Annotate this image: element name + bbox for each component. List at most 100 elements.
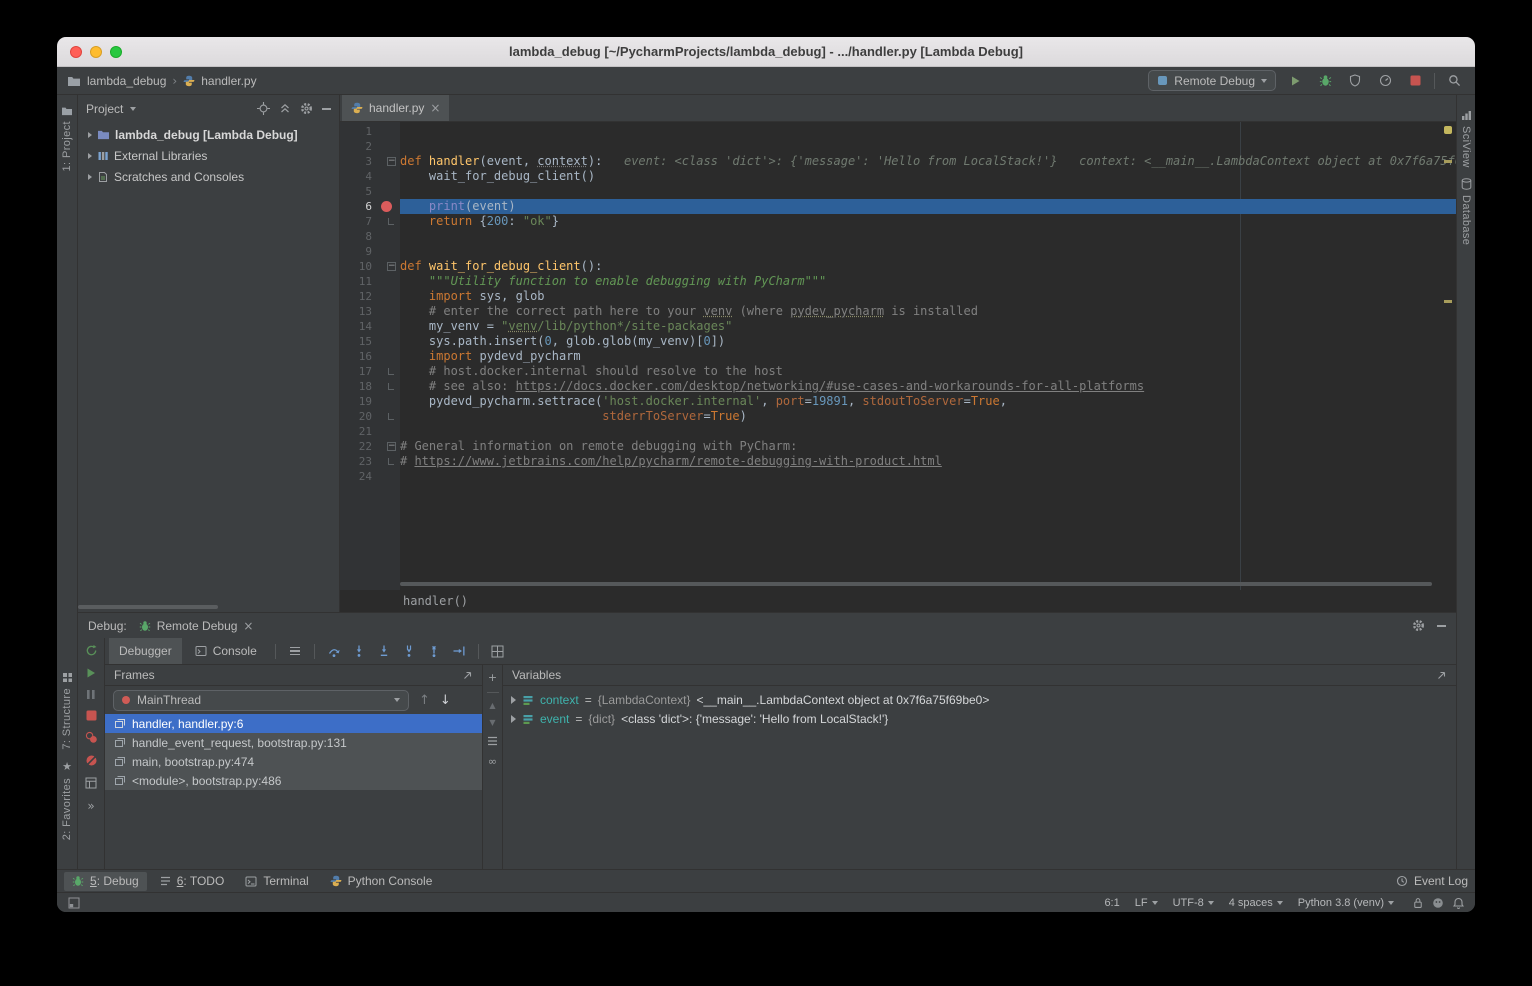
line-number[interactable]: 1 [340,124,372,139]
expand-chevron-icon[interactable] [88,132,92,138]
pin-icon[interactable] [1436,670,1447,681]
code-line[interactable]: 14 my_venv = "venv/lib/python*/site-pack… [340,319,1456,334]
event-log-button[interactable]: Event Log [1396,874,1468,888]
code-line[interactable]: 6 print(event) [340,199,1456,214]
settings-gear-icon[interactable] [300,102,313,115]
stop-icon[interactable] [86,710,97,721]
fold-end-marker[interactable] [388,458,394,465]
tab-console[interactable]: Console [185,638,267,664]
layout-menu-icon[interactable] [284,640,306,662]
fold-end-marker[interactable] [388,368,394,375]
step-into-button[interactable] [348,640,370,662]
tab-todo-toolwindow[interactable]: 6: TODO [152,872,233,891]
code-line[interactable]: 10−def wait_for_debug_client(): [340,259,1456,274]
interpreter-widget[interactable]: Python 3.8 (venv) [1298,897,1394,909]
fold-end-marker[interactable] [388,383,394,390]
tool-stripe-database[interactable]: Database [1460,173,1472,250]
gutter[interactable] [372,184,400,199]
line-number[interactable]: 17 [340,364,372,379]
lock-icon[interactable] [1413,897,1423,909]
frame-row[interactable]: <module>, bootstrap.py:486 [105,771,482,790]
tab-terminal-toolwindow[interactable]: Terminal [237,872,316,891]
fold-marker[interactable]: − [387,157,396,166]
caret-position-widget[interactable]: 6:1 [1104,897,1119,909]
project-panel-title[interactable]: Project [86,102,123,116]
run-to-cursor-button[interactable] [448,640,470,662]
gutter[interactable] [372,334,400,349]
tab-debug-toolwindow[interactable]: 5: Debug [64,872,147,891]
fold-marker[interactable]: − [387,442,396,451]
code-line[interactable]: 24 [340,469,1456,484]
code-editor[interactable]: 123−def handler(event, context): event: … [340,122,1456,590]
line-number[interactable]: 20 [340,409,372,424]
gutter[interactable] [372,409,400,424]
variable-row[interactable]: event = {dict} <class 'dict'>: {'message… [503,709,1456,728]
previous-frame-icon[interactable]: ↑ [419,693,430,708]
close-icon[interactable]: × [243,619,253,633]
breadcrumb-scope[interactable]: handler() [403,594,468,608]
line-number[interactable]: 22 [340,439,372,454]
pin-icon[interactable] [462,670,473,681]
gutter[interactable] [372,349,400,364]
gutter[interactable] [372,289,400,304]
line-number[interactable]: 12 [340,289,372,304]
code-line[interactable]: 18 # see also: https://docs.docker.com/d… [340,379,1456,394]
gutter[interactable] [372,319,400,334]
code-line[interactable]: 9 [340,244,1456,259]
encoding-widget[interactable]: UTF-8 [1173,897,1214,909]
code-line[interactable]: 4 wait_for_debug_client() [340,169,1456,184]
zoom-window-button[interactable] [110,46,122,58]
code-line[interactable]: 16 import pydevd_pycharm [340,349,1456,364]
code-line[interactable]: 5 [340,184,1456,199]
editor-tab-handler[interactable]: handler.py × [342,95,449,121]
expand-chevron-icon[interactable] [511,715,516,723]
tree-item-project-root[interactable]: lambda_debug [Lambda Debug] [78,124,339,145]
resume-icon[interactable] [85,667,97,679]
line-number[interactable]: 14 [340,319,372,334]
minimize-window-button[interactable] [90,46,102,58]
search-everywhere-button[interactable] [1443,70,1465,92]
rerun-icon[interactable] [85,644,98,657]
coverage-button[interactable] [1344,70,1366,92]
restore-layout-icon[interactable] [85,777,97,789]
run-button[interactable] [1284,70,1306,92]
debug-session-tab[interactable]: Remote Debug × [139,619,254,633]
fold-end-marker[interactable] [388,218,394,225]
line-number[interactable]: 21 [340,424,372,439]
toolwindow-switcher-icon[interactable] [68,897,80,909]
layout-settings-button[interactable] [487,640,509,662]
tool-stripe-favorites[interactable]: ★ 2: Favorites [61,755,73,845]
code-line[interactable]: 19 pydevd_pycharm.settrace('host.docker.… [340,394,1456,409]
mute-breakpoints-icon[interactable] [85,754,98,767]
locate-file-icon[interactable] [257,102,270,115]
line-number[interactable]: 19 [340,394,372,409]
line-number[interactable]: 2 [340,139,372,154]
error-stripe-mark[interactable] [1444,160,1452,163]
line-separator-widget[interactable]: LF [1135,897,1158,909]
profiler-button[interactable] [1374,70,1396,92]
hide-panel-icon[interactable] [1437,625,1446,627]
collapse-all-icon[interactable] [279,103,291,115]
gutter[interactable]: − [372,259,400,274]
gutter[interactable] [372,424,400,439]
step-out-button[interactable] [423,640,445,662]
code-line[interactable]: 2 [340,139,1456,154]
close-window-button[interactable] [70,46,82,58]
move-up-icon[interactable]: ▲ [489,701,495,710]
line-number[interactable]: 8 [340,229,372,244]
code-line[interactable]: 12 import sys, glob [340,289,1456,304]
inspections-hector-icon[interactable] [1432,897,1444,909]
project-hscrollbar[interactable] [78,605,218,609]
step-over-button[interactable] [323,640,345,662]
gutter[interactable] [372,139,400,154]
chevron-down-icon[interactable] [130,107,136,111]
gutter[interactable] [372,304,400,319]
line-number[interactable]: 15 [340,334,372,349]
tool-stripe-project[interactable]: 1: Project [61,101,73,176]
line-number[interactable]: 6 [340,199,372,214]
tab-python-console-toolwindow[interactable]: Python Console [322,872,441,891]
code-line[interactable]: 20 stderrToServer=True) [340,409,1456,424]
gutter[interactable] [372,229,400,244]
gutter[interactable] [372,364,400,379]
code-line[interactable]: 11 """Utility function to enable debuggi… [340,274,1456,289]
